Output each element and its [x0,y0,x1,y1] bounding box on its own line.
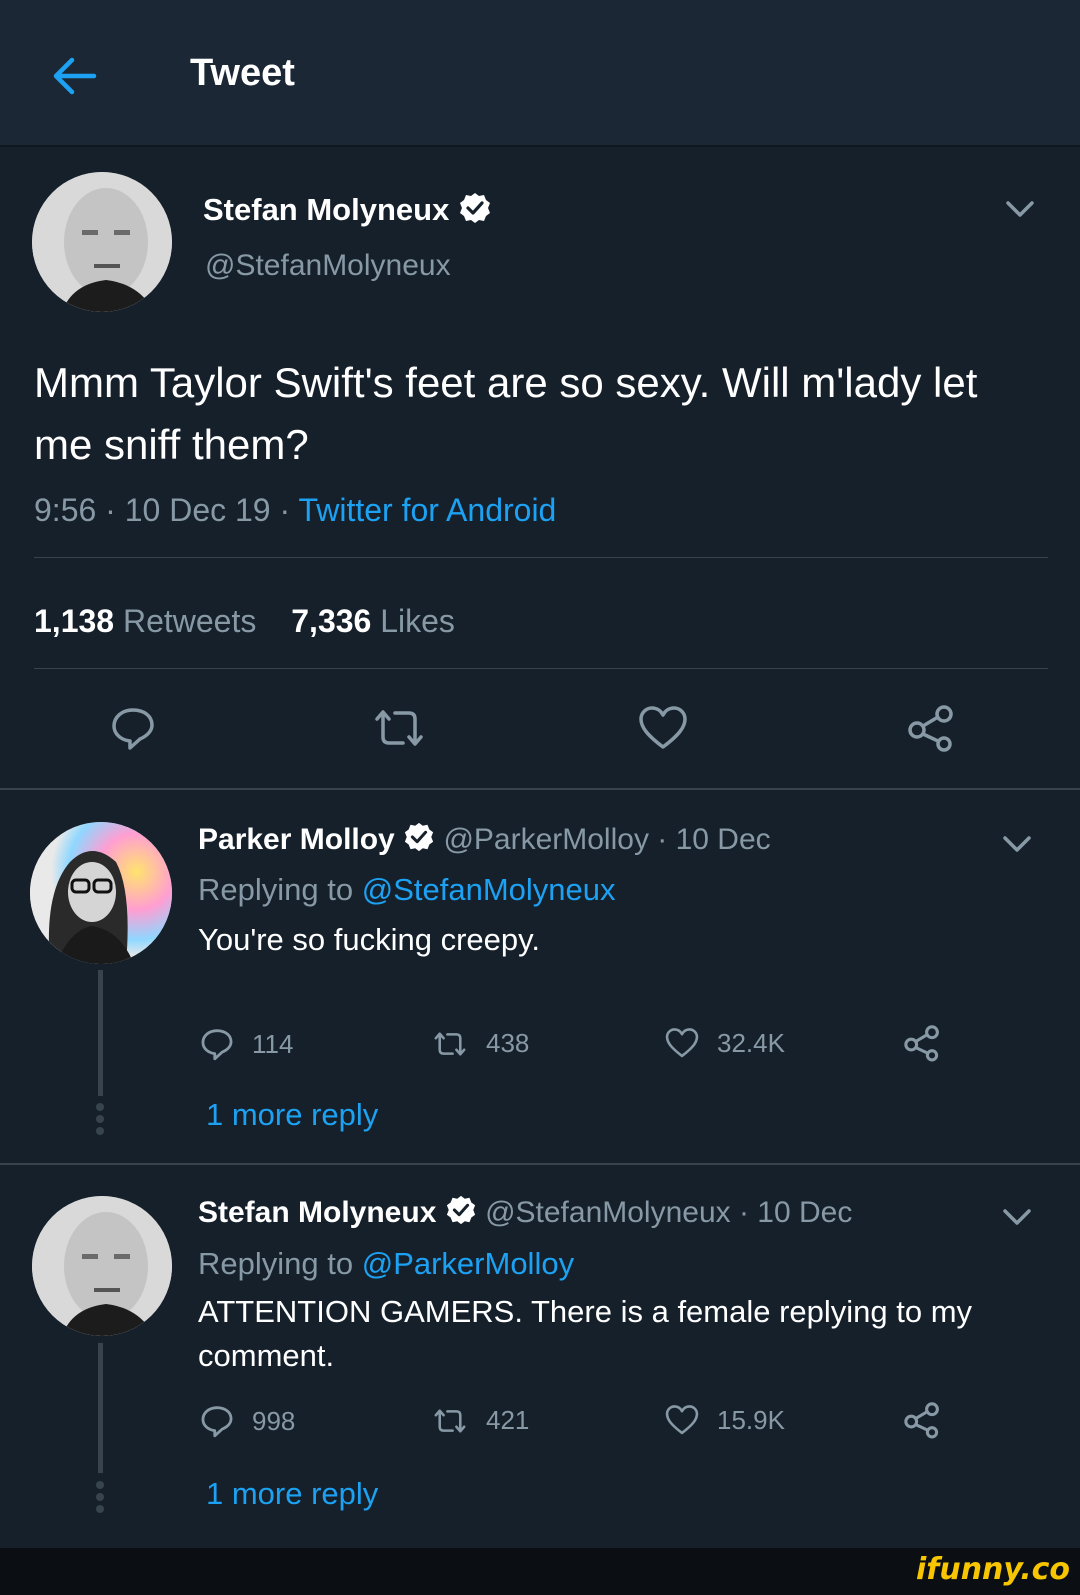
ifunny-watermark: ifunny.co [916,1552,1070,1587]
like-button[interactable]: 32.4K [665,1027,785,1059]
back-arrow-icon[interactable] [48,50,100,102]
reply-text: ATTENTION GAMERS. There is a female repl… [198,1294,973,1373]
replying-prefix: Replying to [198,1246,362,1281]
likes-count[interactable]: 7,336 [291,603,371,639]
reply-icon[interactable] [110,705,156,751]
chevron-down-icon[interactable] [1002,834,1032,854]
tweet-timestamp: 9:56 · 10 Dec 19 · [34,492,299,528]
reply-button[interactable]: 998 [200,1404,295,1438]
like-count: 15.9K [717,1404,785,1435]
tweet-source-link[interactable]: Twitter for Android [298,492,556,528]
retweet-button[interactable]: 421 [432,1405,529,1436]
like-heart-icon[interactable] [638,705,688,751]
reply-header: Parker Molloy @ParkerMolloy · 10 Dec [198,821,771,861]
footer-bar: ifunny.co [0,1548,1080,1595]
replying-prefix: Replying to [198,872,362,907]
reply-author-name[interactable]: Parker Molloy [198,823,395,856]
reply-avatar[interactable] [32,1196,172,1336]
share-icon[interactable] [902,1401,942,1439]
chevron-down-icon[interactable] [1002,1207,1032,1227]
verified-badge-icon [445,1194,477,1234]
reply-header: Stefan Molyneux @StefanMolyneux · 10 Dec [198,1194,852,1234]
reply-handle-date[interactable]: @ParkerMolloy · 10 Dec [443,823,770,856]
tweet-text: Mmm Taylor Swift's feet are so sexy. Wil… [34,359,978,468]
author-name-text: Stefan Molyneux [203,192,450,228]
reply-text: You're so fucking creepy. [198,922,540,957]
chevron-down-icon[interactable] [1005,199,1035,219]
more-replies-link[interactable]: 1 more reply [206,1476,378,1512]
likes-label[interactable]: Likes [380,603,455,639]
reply-handle-date[interactable]: @StefanMolyneux · 10 Dec [485,1196,852,1229]
retweets-label[interactable]: Retweets [123,603,256,639]
thread-line [98,970,103,1096]
like-heart-icon [665,1028,699,1058]
retweet-icon [434,1031,466,1056]
share-icon[interactable] [902,1024,942,1062]
author-avatar[interactable] [32,172,172,312]
verified-badge-icon [403,821,435,861]
replying-to: Replying to @StefanMolyneux [198,872,616,908]
more-replies-link[interactable]: 1 more reply [206,1097,378,1133]
retweet-count: 438 [486,1028,530,1058]
divider [34,557,1048,558]
replying-to-link[interactable]: @StefanMolyneux [362,872,616,907]
reply-icon [201,1029,233,1061]
thread-dots [96,1103,105,1139]
author-name[interactable]: Stefan Molyneux [203,191,492,233]
retweet-button[interactable]: 438 [432,1028,529,1059]
divider [0,1163,1080,1165]
retweets-count[interactable]: 1,138 [34,603,114,639]
thread-dots [96,1481,105,1517]
verified-badge-icon [458,191,492,233]
like-heart-icon [665,1405,699,1435]
divider [0,788,1080,790]
retweet-icon[interactable] [371,707,427,749]
top-app-bar: Tweet [0,0,1080,147]
tweet-stats: 1,138 Retweets 7,336 Likes [34,603,481,640]
reply-author-name[interactable]: Stefan Molyneux [198,1196,436,1229]
replying-to: Replying to @ParkerMolloy [198,1246,574,1282]
thread-line [98,1343,103,1473]
reply-avatar[interactable] [30,822,172,964]
like-button[interactable]: 15.9K [665,1404,785,1436]
retweet-count: 421 [486,1405,530,1435]
tweet-meta: 9:56 · 10 Dec 19 · Twitter for Android [34,492,556,529]
retweet-icon [434,1408,466,1433]
author-handle[interactable]: @StefanMolyneux [205,249,451,283]
reply-count: 998 [252,1405,296,1436]
replying-to-link[interactable]: @ParkerMolloy [362,1246,574,1281]
reply-button[interactable]: 114 [200,1027,293,1061]
page-title: Tweet [190,52,295,94]
like-count: 32.4K [717,1027,785,1058]
divider [34,668,1048,669]
share-icon[interactable] [905,704,957,752]
reply-count: 114 [252,1028,294,1059]
reply-icon [201,1406,233,1438]
